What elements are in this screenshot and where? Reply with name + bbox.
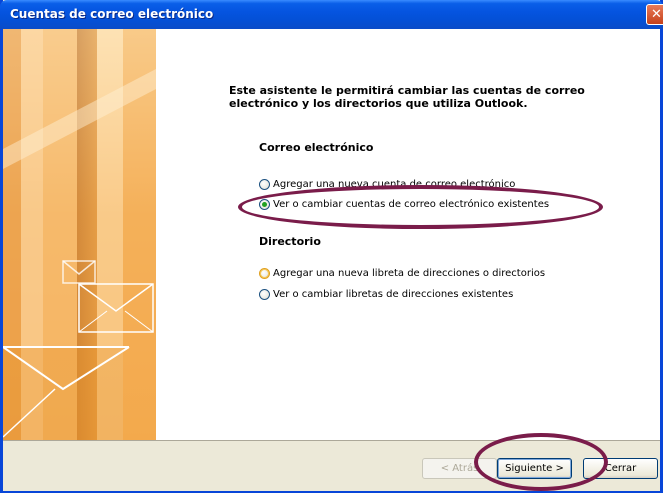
option-view-email-accounts[interactable]: Ver o cambiar cuentas de correo electrón… [259,199,549,210]
radio-add-directory[interactable] [259,268,270,279]
radio-add-email-account[interactable] [259,179,270,190]
window-title: Cuentas de correo electrónico [10,7,214,21]
radio-view-email-accounts[interactable] [259,199,270,210]
button-bar: < Atrás Siguiente > Cerrar [3,440,660,491]
option-view-directories[interactable]: Ver o cambiar libretas de direcciones ex… [259,289,513,300]
option-label: Ver o cambiar cuentas de correo electrón… [273,199,550,210]
cancel-button[interactable]: Cerrar [583,458,658,479]
next-button[interactable]: Siguiente > [497,458,572,479]
wizard-panel: Este asistente le permitirá cambiar las … [156,29,660,440]
option-add-email-account[interactable]: Agregar una nueva cuenta de correo elect… [259,179,515,190]
intro-text: Este asistente le permitirá cambiar las … [229,84,585,110]
title-bar[interactable]: Cuentas de correo electrónico ✕ [0,0,663,29]
close-window-button[interactable]: ✕ [646,4,663,25]
radio-view-directories[interactable] [259,289,270,300]
option-label: Agregar una nueva cuenta de correo elect… [273,179,516,190]
option-label: Ver o cambiar libretas de direcciones ex… [273,289,514,300]
directory-section-heading: Directorio [259,235,321,248]
wizard-content: Este asistente le permitirá cambiar las … [3,29,660,440]
wizard-window: Cuentas de correo electrónico ✕ Este asi… [0,0,663,493]
back-button[interactable]: < Atrás [422,458,497,479]
option-label: Agregar una nueva libreta de direcciones… [273,268,546,279]
decorative-envelope-art [3,29,156,440]
email-section-heading: Correo electrónico [259,141,374,154]
option-add-directory[interactable]: Agregar una nueva libreta de direcciones… [259,268,545,279]
